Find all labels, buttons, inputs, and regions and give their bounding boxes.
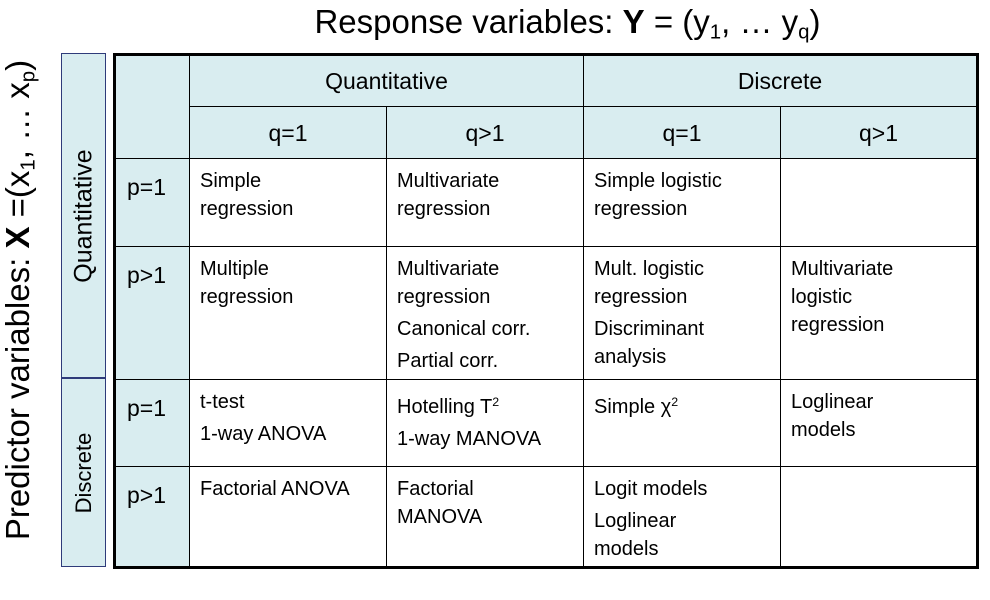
cell-logit-loglinear: Logit models Loglinear models xyxy=(583,466,781,568)
cell-simple-logistic-regression: Simple logistic regression xyxy=(583,158,781,247)
cell-factorial-anova: Factorial ANOVA xyxy=(189,466,387,568)
predictor-quantitative-label: Quantitative xyxy=(69,148,97,283)
predictor-discrete-label: Discrete xyxy=(70,432,96,513)
cell-empty-r4c4 xyxy=(780,466,978,568)
row-label-disc-pgt1: p>1 xyxy=(114,466,190,568)
predictor-quantitative-band: Quantitative xyxy=(61,53,106,378)
cell-multivariate-regression: Multivariate regression xyxy=(386,158,584,247)
header-disc-qgt1: q>1 xyxy=(780,106,978,159)
cell-empty-r1c4 xyxy=(780,158,978,247)
header-quantitative: Quantitative xyxy=(189,54,584,107)
header-disc-q1: q=1 xyxy=(583,106,781,159)
table-row-quant-pgt1: p>1 Multiple regression Multivariate regre… xyxy=(114,246,978,380)
table-row-disc-p1: p=1 t-test 1-way ANOVA Hotelling T2 1-way … xyxy=(114,379,978,467)
cell-simple-chi-square: Simple χ2 xyxy=(583,379,781,467)
cell-ttest-anova: t-test 1-way ANOVA xyxy=(189,379,387,467)
cell-multivariate-logistic: Multivariate logistic regression xyxy=(780,246,978,380)
table-row-disc-pgt1: p>1 Factorial ANOVA Factorial MANOVA Logi… xyxy=(114,466,978,568)
cell-hotelling-manova: Hotelling T2 1-way MANOVA xyxy=(386,379,584,467)
predictor-discrete-band: Discrete xyxy=(61,378,106,567)
row-label-pgt1: p>1 xyxy=(114,246,190,380)
corner-cell xyxy=(114,54,190,159)
predictor-variables-title: Predictor variables: X =(x1, … xp) xyxy=(0,59,40,541)
cell-logistic-discriminant: Mult. logistic regression Discriminant anal… xyxy=(583,246,781,380)
cell-multivariate-methods: Multivariate regression Canonical corr. Par… xyxy=(386,246,584,380)
cell-multiple-regression: Multiple regression xyxy=(189,246,387,380)
row-label-p1: p=1 xyxy=(114,158,190,247)
header-quant-qgt1: q>1 xyxy=(386,106,584,159)
header-row-groups: Quantitative Discrete xyxy=(114,54,978,159)
header-quant-q1: q=1 xyxy=(189,106,387,159)
response-variables-title: Response variables: Y = (y1, … yq) xyxy=(314,3,821,44)
header-discrete: Discrete xyxy=(583,54,978,107)
header-row-q: q=1 q>1 q=1 q>1 xyxy=(115,106,978,159)
row-label-disc-p1: p=1 xyxy=(114,379,190,467)
cell-loglinear-models: Loglinear models xyxy=(780,379,978,467)
cell-factorial-manova: Factorial MANOVA xyxy=(386,466,584,568)
cell-simple-regression: Simple regression xyxy=(189,158,387,247)
table-row-quant-p1: p=1 Simple regression Multivariate regress… xyxy=(114,158,978,247)
method-classification-table: Quantitative Discrete q=1 q>1 q=1 q>1 p=… xyxy=(113,53,979,569)
